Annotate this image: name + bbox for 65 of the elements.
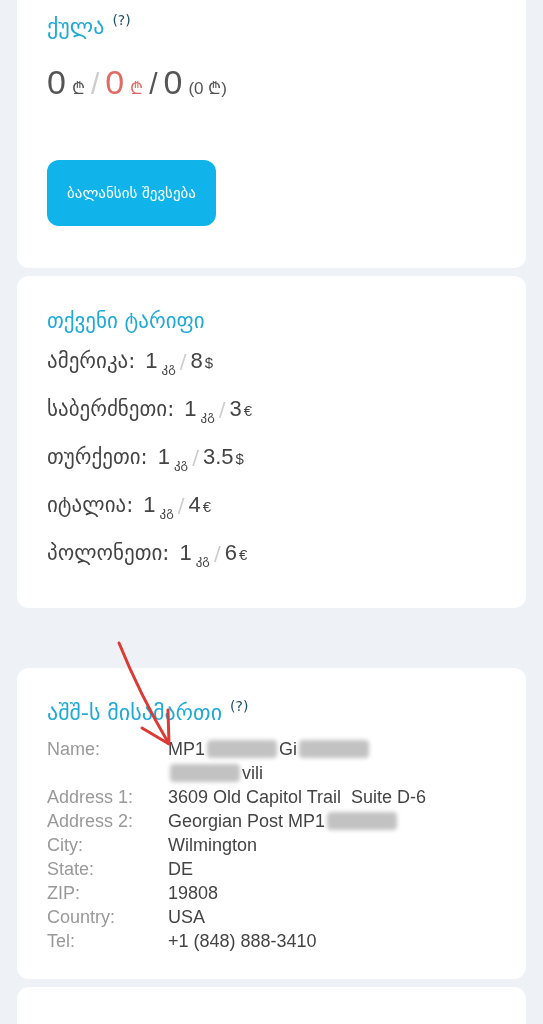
price-value: 3.5 [202, 442, 234, 471]
unit-label: კგ [195, 550, 210, 569]
field-label: Name: [47, 737, 101, 761]
separator: / [179, 347, 187, 375]
country-label: თურქეთი: [47, 443, 148, 471]
blurred-redaction [327, 811, 398, 830]
separator: / [213, 539, 221, 567]
currency-sign: ₾ [130, 78, 144, 100]
blurred-redaction [170, 763, 240, 782]
address-value: DE [168, 857, 193, 881]
price-value: 6 [224, 538, 237, 567]
help-mark: (?) [112, 11, 131, 30]
weight-value: 1 [179, 538, 192, 567]
separator: / [177, 491, 185, 519]
field-label: State: [47, 857, 96, 881]
price-value: 3 [229, 394, 242, 423]
field-label: Address 1: [47, 785, 135, 809]
separator: / [218, 395, 226, 423]
balance-amount: 0 [163, 62, 183, 103]
address-value: +1 (848) 888-3410 [168, 929, 317, 953]
currency-sign: € [243, 400, 253, 421]
field-label: ZIP: [47, 881, 81, 905]
country-label: საბერძნეთი: [47, 395, 175, 423]
separator: / [192, 443, 199, 471]
balance-amount: 0 [47, 62, 66, 103]
price-value: 4 [188, 490, 201, 519]
currency-sign: € [202, 496, 212, 517]
blurred-redaction [207, 739, 277, 758]
price-value: 8 [190, 346, 203, 375]
address-value: Wilmington [168, 833, 258, 857]
unit-label: კგ [161, 358, 176, 377]
country-label: პოლონეთი: [47, 539, 170, 567]
help-mark: (?) [230, 696, 249, 716]
address-value: MP1 [168, 737, 205, 761]
balance-amount: 0 [105, 62, 125, 103]
blurred-redaction [299, 739, 369, 758]
address-value: Gi [279, 737, 297, 761]
balance-note: (0 ₾) [188, 78, 227, 100]
separator: / [90, 66, 100, 102]
address-value: 3609 Old Capitol Trail Suite D-6 [168, 785, 427, 809]
address-value: Georgian Post MP1 [168, 809, 326, 833]
address-value: vili [242, 761, 263, 785]
unit-label: კგ [159, 502, 174, 521]
weight-value: 1 [184, 394, 197, 423]
weight-value: 1 [157, 442, 170, 471]
field-label: Tel: [47, 929, 76, 953]
field-label: Country: [47, 905, 117, 929]
address-value: USA [168, 905, 205, 929]
card-title: ქულა [47, 13, 105, 41]
unit-label: კგ [173, 454, 189, 473]
separator: / [149, 66, 158, 102]
field-label: City: [47, 833, 84, 857]
currency-sign: € [238, 544, 248, 565]
card-title: თქვენი ტარიფი [47, 308, 206, 335]
country-label: ამერიკა: [47, 347, 136, 375]
currency-sign: $ [204, 352, 214, 373]
top-up-button[interactable]: ბალანსის შევსება [47, 160, 216, 226]
unit-label: კგ [200, 406, 215, 425]
currency-sign: ₾ [71, 78, 85, 100]
weight-value: 1 [145, 346, 158, 375]
weight-value: 1 [143, 490, 156, 519]
address-value: 19808 [168, 881, 219, 905]
field-label: Address 2: [47, 809, 135, 833]
country-label: იტალია: [47, 491, 134, 519]
currency-sign: $ [235, 448, 244, 469]
